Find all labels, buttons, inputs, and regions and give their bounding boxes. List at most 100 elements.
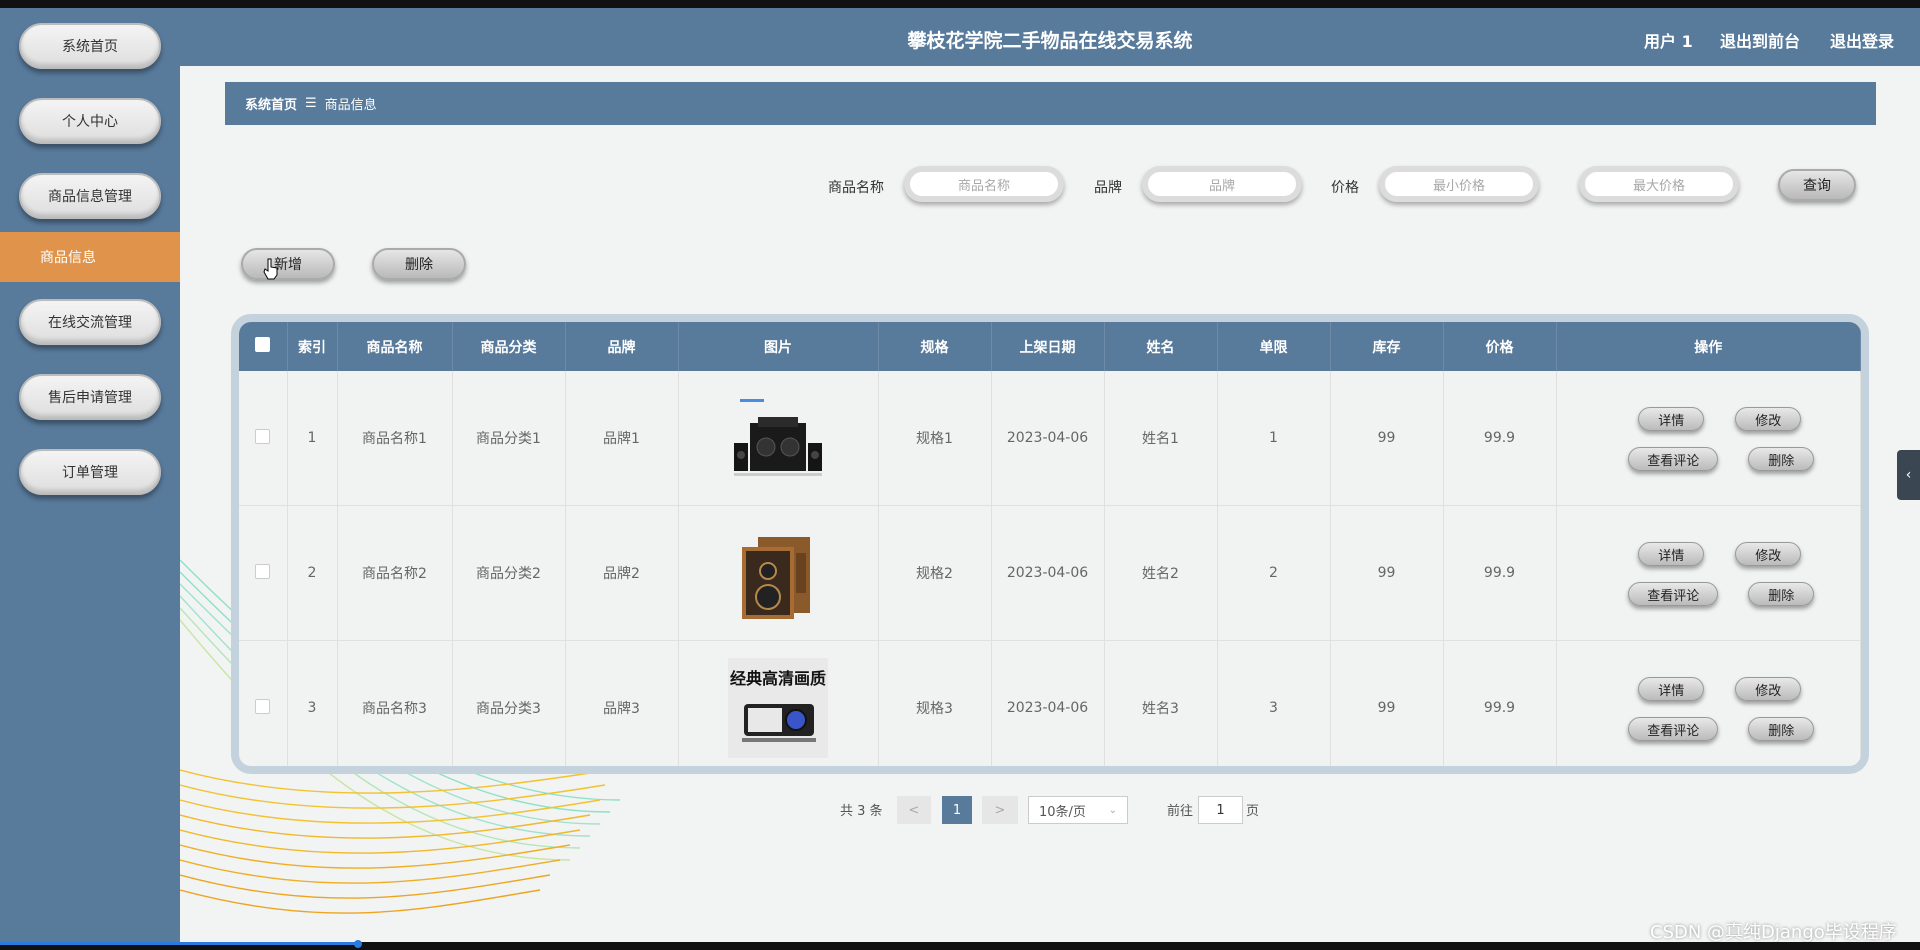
sidebar-item-product-management[interactable]: 商品信息管理 bbox=[19, 173, 161, 219]
edit-button[interactable]: 修改 bbox=[1735, 407, 1802, 431]
cell-image bbox=[678, 505, 879, 641]
cell-stock: 99 bbox=[1330, 371, 1444, 506]
row-select-cell bbox=[239, 640, 288, 766]
progress-handle[interactable] bbox=[354, 940, 362, 948]
breadcrumb-home[interactable]: 系统首页 bbox=[245, 94, 297, 113]
sidebar-item-label: 订单管理 bbox=[62, 465, 118, 481]
batch-delete-button[interactable]: 删除 bbox=[372, 248, 466, 280]
progress-fill bbox=[0, 942, 360, 945]
sidebar-item-label: 售后申请管理 bbox=[48, 390, 132, 406]
sidebar-item-home[interactable]: 系统首页 bbox=[19, 23, 161, 69]
sidebar-item-order-management[interactable]: 订单管理 bbox=[19, 449, 161, 495]
row-delete-button[interactable]: 删除 bbox=[1748, 717, 1815, 741]
sidebar-item-label: 商品信息管理 bbox=[48, 189, 132, 205]
video-progress-bar bbox=[0, 940, 1920, 950]
cell-limit: 3 bbox=[1217, 640, 1331, 766]
detail-button[interactable]: 详情 bbox=[1638, 542, 1705, 566]
table-row: 1 商品名称1 商品分类1 品牌1 规格1 2023-04-06 姓名1 1 9… bbox=[239, 371, 1861, 506]
column-header: 索引 bbox=[287, 322, 338, 371]
projector-image-caption: 经典高清画质 bbox=[730, 669, 826, 688]
query-button[interactable]: 查询 bbox=[1778, 169, 1856, 201]
min-price-input[interactable]: 最小价格 bbox=[1379, 166, 1539, 202]
collapse-panel-tab[interactable]: ‹ bbox=[1897, 450, 1920, 500]
detail-button[interactable]: 详情 bbox=[1638, 407, 1705, 431]
top-header: 攀枝花学院二手物品在线交易系统 用户 1 退出到前台 退出登录 bbox=[180, 8, 1920, 66]
cell-brand: 品牌1 bbox=[565, 371, 679, 506]
projector-image: 经典高清画质 bbox=[728, 658, 828, 758]
brand-input-placeholder: 品牌 bbox=[1208, 178, 1235, 194]
column-header: 姓名 bbox=[1104, 322, 1218, 371]
sidebar-item-chat-management[interactable]: 在线交流管理 bbox=[19, 299, 161, 345]
row-checkbox[interactable] bbox=[255, 698, 271, 714]
table-row: 2 商品名称2 商品分类2 品牌2 规格2 2023-04-06 姓名2 2 9… bbox=[239, 505, 1861, 641]
cell-stock: 99 bbox=[1330, 505, 1444, 641]
cell-person: 姓名1 bbox=[1104, 371, 1218, 506]
breadcrumb-current: 商品信息 bbox=[324, 98, 377, 113]
sidebar-item-aftersale-management[interactable]: 售后申请管理 bbox=[19, 374, 161, 420]
page-unit-label: 页 bbox=[1246, 803, 1260, 819]
column-header: 上架日期 bbox=[991, 322, 1105, 371]
watermark: CSDN @真纯Django毕设程序 bbox=[1650, 922, 1897, 943]
cell-name: 商品名称1 bbox=[337, 371, 453, 506]
cell-category: 商品分类3 bbox=[452, 640, 566, 766]
user-link[interactable]: 用户 1 bbox=[1644, 28, 1693, 52]
min-price-placeholder: 最小价格 bbox=[1432, 178, 1485, 194]
table-row: 3 商品名称3 商品分类3 品牌3 经典高清画质 规格3 2023-04-06 … bbox=[239, 640, 1861, 766]
row-select-cell bbox=[239, 505, 288, 641]
cell-price: 99.9 bbox=[1443, 371, 1557, 506]
brand-label: 品牌 bbox=[1094, 180, 1122, 196]
sidebar-item-personal-center[interactable]: 个人中心 bbox=[19, 98, 161, 144]
logout-link[interactable]: 退出登录 bbox=[1830, 28, 1894, 52]
cell-price: 99.9 bbox=[1443, 640, 1557, 766]
row-delete-button[interactable]: 删除 bbox=[1748, 447, 1815, 471]
breadcrumb-separator-icon: ☰ bbox=[305, 96, 317, 111]
name-label: 商品名称 bbox=[828, 180, 884, 196]
prev-page-button[interactable]: < bbox=[897, 796, 931, 824]
cell-actions: 详情 修改 查看评论 删除 bbox=[1556, 505, 1861, 641]
column-header: 品牌 bbox=[565, 322, 679, 371]
view-reviews-button[interactable]: 查看评论 bbox=[1628, 582, 1719, 606]
row-checkbox[interactable] bbox=[255, 563, 271, 579]
page-size-value: 10条/页 bbox=[1039, 804, 1086, 820]
row-checkbox[interactable] bbox=[255, 428, 271, 444]
breadcrumb: 系统首页 ☰ 商品信息 bbox=[225, 82, 1876, 125]
cell-actions: 详情 修改 查看评论 删除 bbox=[1556, 640, 1861, 766]
edit-button[interactable]: 修改 bbox=[1735, 542, 1802, 566]
page-1-button[interactable]: 1 bbox=[942, 796, 972, 824]
cell-spec: 规格2 bbox=[878, 505, 992, 641]
sidebar-item-label: 在线交流管理 bbox=[48, 315, 132, 331]
cell-date: 2023-04-06 bbox=[991, 640, 1105, 766]
row-delete-button[interactable]: 删除 bbox=[1748, 582, 1815, 606]
cell-index: 1 bbox=[287, 371, 338, 506]
price-label: 价格 bbox=[1331, 180, 1359, 196]
cell-brand: 品牌3 bbox=[565, 640, 679, 766]
batch-delete-button-label: 删除 bbox=[405, 257, 433, 273]
brand-input[interactable]: 品牌 bbox=[1142, 166, 1302, 202]
cell-date: 2023-04-06 bbox=[991, 371, 1105, 506]
name-input-placeholder: 商品名称 bbox=[957, 178, 1010, 194]
cell-spec: 规格3 bbox=[878, 640, 992, 766]
name-input[interactable]: 商品名称 bbox=[904, 166, 1064, 202]
select-all-checkbox[interactable] bbox=[255, 337, 271, 352]
page-size-select[interactable]: 10条/页 ⌄ bbox=[1028, 796, 1128, 824]
cell-image: 经典高清画质 bbox=[678, 640, 879, 766]
cell-actions: 详情 修改 查看评论 删除 bbox=[1556, 371, 1861, 506]
row-select-cell bbox=[239, 371, 288, 506]
goto-page-input[interactable]: 1 bbox=[1198, 796, 1243, 824]
view-reviews-button[interactable]: 查看评论 bbox=[1628, 447, 1719, 471]
edit-button[interactable]: 修改 bbox=[1735, 677, 1802, 701]
add-button[interactable]: 新增 bbox=[241, 248, 335, 280]
column-header: 库存 bbox=[1330, 322, 1444, 371]
select-all-header[interactable] bbox=[239, 322, 288, 371]
next-page-button[interactable]: > bbox=[982, 796, 1018, 824]
column-header: 价格 bbox=[1443, 322, 1557, 371]
back-to-front-link[interactable]: 退出到前台 bbox=[1720, 28, 1800, 52]
cell-brand: 品牌2 bbox=[565, 505, 679, 641]
window-top-bar bbox=[0, 0, 1920, 8]
max-price-input[interactable]: 最大价格 bbox=[1579, 166, 1739, 202]
speaker-set-image bbox=[728, 388, 828, 488]
view-reviews-button[interactable]: 查看评论 bbox=[1628, 717, 1719, 741]
sidebar-item-product-info[interactable]: 商品信息 bbox=[0, 232, 180, 282]
column-header: 操作 bbox=[1556, 322, 1861, 371]
detail-button[interactable]: 详情 bbox=[1638, 677, 1705, 701]
